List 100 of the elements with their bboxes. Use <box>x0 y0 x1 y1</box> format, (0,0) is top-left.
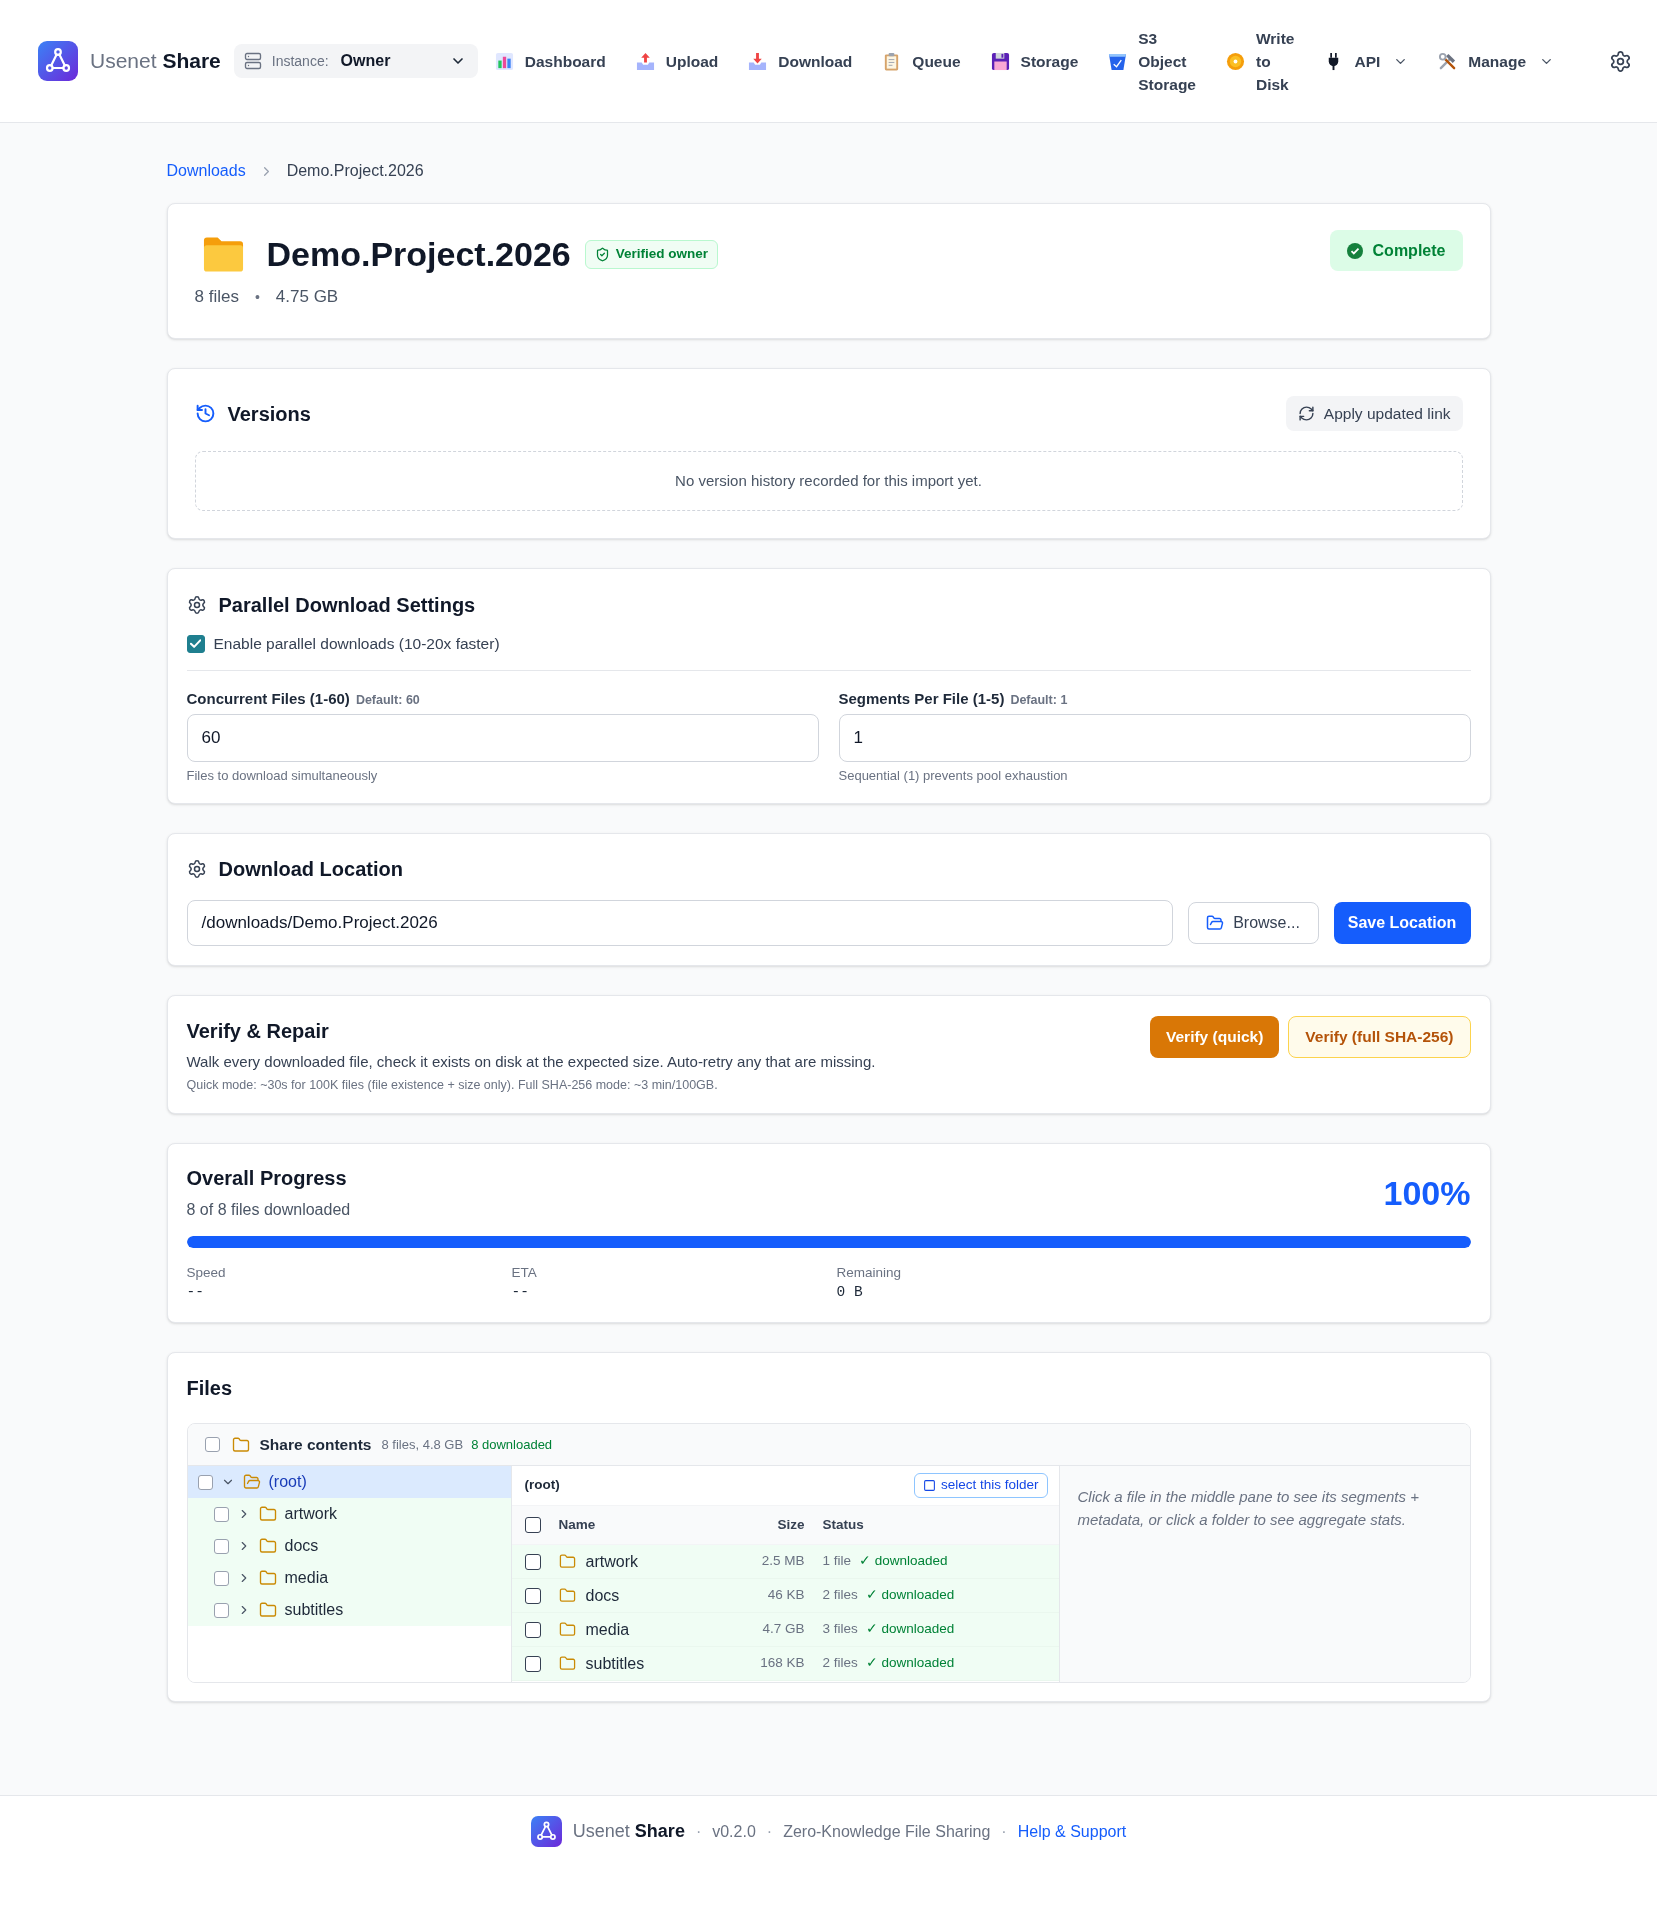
column-header: Size <box>777 1515 805 1534</box>
verify-full-button[interactable]: Verify (full SHA-256) <box>1288 1016 1471 1058</box>
default-hint: Default: 60 <box>355 692 420 709</box>
downloaded-count: 8 downloaded <box>471 1435 553 1454</box>
section-title: Overall Progress <box>186 1166 347 1191</box>
verified-owner-text: Verified owner <box>615 244 709 263</box>
check-circle-icon <box>1346 242 1363 259</box>
nav-link[interactable]: Manage <box>1438 49 1555 73</box>
section-title: Verify & Repair <box>186 1019 329 1044</box>
folder-path: (root) <box>524 1476 560 1495</box>
verify-description: Walk every downloaded file, check it exists on disk at the expected size. Auto-retry any that are missing. <box>186 1052 876 1072</box>
field-label: Segments Per File (1-5) <box>838 689 1005 709</box>
download-status: ✓ downloaded <box>859 1552 948 1571</box>
share-title: Share contents <box>259 1434 372 1455</box>
tree-item[interactable]: media <box>187 1562 511 1594</box>
checkbox[interactable] <box>213 1602 229 1618</box>
number-input[interactable]: 1 <box>838 714 1471 762</box>
nav-link[interactable]: Storage <box>990 49 1079 73</box>
footer-text: Zero-Knowledge File Sharing <box>783 1821 991 1842</box>
footer-brand: Usenet Share <box>572 1820 685 1843</box>
checkbox[interactable] <box>213 1506 229 1522</box>
file-size: 4.7 GB <box>762 1620 805 1639</box>
nav-link[interactable]: S3 Object Storage <box>1108 26 1196 96</box>
folder-row[interactable]: artwork 2.5 MB 1 file ✓ downloaded <box>511 1545 1059 1579</box>
verify-note: Quick mode: ~30s for 100K files (file existence + size only). Full SHA-256 mode: ~3 min/100GB. <box>186 1077 719 1094</box>
bullet-separator: • <box>254 288 260 307</box>
item-count: 3 files <box>822 1620 858 1639</box>
field-hint: Sequential (1) prevents pool exhaustion <box>838 768 1068 784</box>
breadcrumb-link[interactable]: Downloads <box>166 159 246 183</box>
help-link[interactable]: Help & Support <box>1017 1819 1127 1844</box>
check-icon <box>189 638 202 650</box>
tree-item[interactable]: docs <box>187 1530 511 1562</box>
apply-updated-link-button[interactable]: Apply updated link <box>1285 396 1463 431</box>
nav-link[interactable]: Write to Disk <box>1226 26 1295 96</box>
checkbox[interactable] <box>524 1587 541 1604</box>
folder-icon <box>258 1569 277 1587</box>
checkbox[interactable] <box>186 635 205 653</box>
nav-link[interactable]: Upload <box>635 49 719 73</box>
status-text: Complete <box>1372 240 1446 261</box>
page-title: Demo.Project.2026 <box>266 234 571 275</box>
checkbox[interactable] <box>213 1570 229 1586</box>
breadcrumb-current: Demo.Project.2026 <box>286 161 424 181</box>
refresh-icon <box>1297 405 1315 422</box>
tree-item[interactable]: artwork <box>187 1498 511 1530</box>
select-folder-button[interactable]: select this folder <box>913 1473 1048 1498</box>
file-count: 8 files <box>194 286 239 308</box>
stat-value: 0 B <box>836 1283 863 1301</box>
upload-tray-icon <box>635 51 655 71</box>
nav-link[interactable]: Queue <box>882 49 961 73</box>
browse-button[interactable]: Browse... <box>1187 902 1319 944</box>
server-icon <box>243 52 262 70</box>
stat-label: ETA <box>511 1264 537 1282</box>
section-title: Files <box>186 1376 233 1401</box>
file-size: 46 KB <box>767 1586 805 1605</box>
section-title: Download Location <box>218 857 403 882</box>
footer-text: v0.2.0 <box>712 1821 756 1842</box>
tree-item[interactable]: (root) <box>187 1466 511 1498</box>
download-tray-icon <box>748 51 768 71</box>
nav-link[interactable]: Dashboard <box>494 49 606 73</box>
checkbox[interactable] <box>197 1474 213 1490</box>
number-input[interactable]: 60 <box>186 714 819 762</box>
shield-check-icon <box>594 246 610 262</box>
dot-separator: · <box>695 1821 702 1842</box>
disc-icon <box>1226 51 1245 71</box>
tree-item[interactable]: subtitles <box>187 1594 511 1626</box>
gear-icon <box>186 595 207 615</box>
save-location-button[interactable]: Save Location <box>1333 902 1471 944</box>
tools-icon <box>1438 51 1458 71</box>
checkbox-label: Enable parallel downloads (10-20x faster) <box>213 634 500 655</box>
folder-icon <box>201 234 245 274</box>
bucket-icon <box>1108 51 1128 71</box>
folder-row[interactable]: docs 46 KB 2 files ✓ downloaded <box>511 1579 1059 1613</box>
detail-hint: Click a file in the middle pane to see its segments + metadata, or click a folder to see aggregate stats. <box>1077 1487 1420 1530</box>
nav-link[interactable]: Download <box>748 49 853 73</box>
bar-chart-icon <box>494 51 514 71</box>
checkbox[interactable] <box>524 1655 541 1672</box>
total-size: 4.75 GB <box>275 286 339 308</box>
folder-row[interactable]: media 4.7 GB 3 files ✓ downloaded <box>511 1613 1059 1647</box>
select-all-checkbox[interactable] <box>524 1517 541 1533</box>
column-header: Status <box>822 1515 864 1534</box>
field-label: Concurrent Files (1-60) <box>186 689 350 709</box>
item-count: 1 file <box>822 1552 852 1571</box>
instance-select[interactable]: Instance: Owner <box>233 44 478 78</box>
folder-row[interactable]: subtitles 168 KB 2 files ✓ downloaded <box>511 1647 1059 1681</box>
folder-icon <box>558 1655 576 1672</box>
logo-icon <box>38 41 78 81</box>
path-input[interactable]: /downloads/Demo.Project.2026 <box>186 900 1173 946</box>
nav-link[interactable]: API <box>1324 49 1409 73</box>
settings-button[interactable] <box>1609 49 1632 73</box>
stat-label: Speed <box>186 1264 226 1282</box>
brand-name: Usenet Share <box>90 48 221 75</box>
settings-icon <box>1609 49 1632 73</box>
file-name: artwork <box>585 1551 638 1572</box>
download-status: ✓ downloaded <box>865 1620 955 1639</box>
checkbox[interactable] <box>204 1437 220 1452</box>
checkbox[interactable] <box>524 1553 541 1570</box>
folder-icon <box>231 1435 250 1454</box>
checkbox[interactable] <box>524 1621 541 1638</box>
folder-icon <box>258 1537 277 1555</box>
checkbox[interactable] <box>213 1538 229 1554</box>
